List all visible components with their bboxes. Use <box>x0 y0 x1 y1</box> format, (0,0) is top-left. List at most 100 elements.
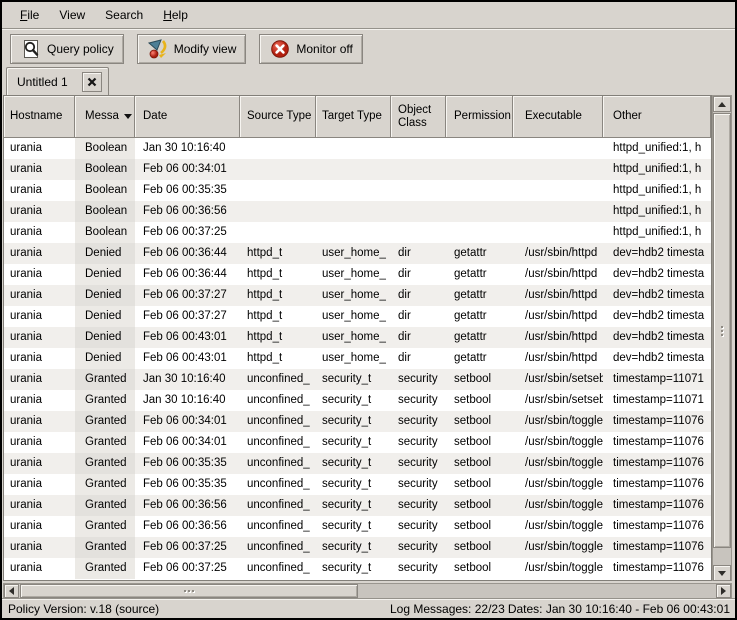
table-cell: httpd_unified:1, h <box>603 138 711 159</box>
column-header-target-type[interactable]: Target Type <box>316 96 391 138</box>
table-cell: urania <box>4 159 75 180</box>
table-row[interactable]: uraniaGrantedFeb 06 00:37:25unconfined_s… <box>4 558 711 579</box>
table-cell <box>316 159 391 180</box>
table-cell: urania <box>4 411 75 432</box>
table-cell <box>316 180 391 201</box>
scroll-up-button[interactable] <box>713 96 731 112</box>
arrow-left-icon <box>9 587 14 595</box>
table-row[interactable]: uraniaDeniedFeb 06 00:43:01httpd_tuser_h… <box>4 327 711 348</box>
grip-icon <box>721 326 723 336</box>
table-cell: Denied <box>75 243 135 264</box>
table-cell: dir <box>391 264 446 285</box>
column-header-object-class[interactable]: Object Class <box>391 96 446 138</box>
tab-close-button[interactable] <box>82 72 102 92</box>
table-cell: /usr/sbin/httpd <box>513 327 603 348</box>
table-row[interactable]: uraniaDeniedFeb 06 00:37:27httpd_tuser_h… <box>4 306 711 327</box>
log-table: HostnameMessaDateSource TypeTarget TypeO… <box>3 95 712 581</box>
table-row[interactable]: uraniaBooleanJan 30 10:16:40httpd_unifie… <box>4 138 711 159</box>
table-row[interactable]: uraniaGrantedFeb 06 00:35:35unconfined_s… <box>4 453 711 474</box>
table-cell: setbool <box>446 369 513 390</box>
column-header-source-type[interactable]: Source Type <box>240 96 316 138</box>
table-cell: dir <box>391 348 446 369</box>
table-cell: /usr/sbin/httpd <box>513 243 603 264</box>
table-cell: security_t <box>316 495 391 516</box>
app-window: FileViewSearchHelp Query policy <box>0 0 737 620</box>
table-cell <box>513 222 603 243</box>
modify-view-button[interactable]: Modify view <box>137 34 247 64</box>
close-icon <box>87 77 97 87</box>
horizontal-scrollbar[interactable] <box>3 583 732 599</box>
table-row[interactable]: uraniaGrantedFeb 06 00:36:56unconfined_s… <box>4 495 711 516</box>
table-cell: security_t <box>316 432 391 453</box>
table-row[interactable]: uraniaDeniedFeb 06 00:43:01httpd_tuser_h… <box>4 348 711 369</box>
monitor-off-icon <box>269 38 291 60</box>
query-policy-button[interactable]: Query policy <box>10 34 124 64</box>
table-row[interactable]: uraniaBooleanFeb 06 00:34:01httpd_unifie… <box>4 159 711 180</box>
column-header-other[interactable]: Other <box>603 96 711 138</box>
scroll-right-button[interactable] <box>716 584 731 598</box>
table-cell: Feb 06 00:35:35 <box>135 474 240 495</box>
table-cell: Granted <box>75 537 135 558</box>
table-row[interactable]: uraniaDeniedFeb 06 00:36:44httpd_tuser_h… <box>4 264 711 285</box>
horizontal-scrollbar-thumb[interactable] <box>20 584 358 598</box>
table-row[interactable]: uraniaGrantedFeb 06 00:37:25unconfined_s… <box>4 537 711 558</box>
table-row[interactable]: uraniaBooleanFeb 06 00:35:35httpd_unifie… <box>4 180 711 201</box>
table-cell: security <box>391 558 446 579</box>
scroll-left-button[interactable] <box>4 584 19 598</box>
table-cell: Feb 06 00:34:01 <box>135 432 240 453</box>
table-cell <box>446 222 513 243</box>
table-row[interactable]: uraniaGrantedFeb 06 00:34:01unconfined_s… <box>4 411 711 432</box>
table-cell: setbool <box>446 537 513 558</box>
table-row[interactable]: uraniaGrantedFeb 06 00:36:56unconfined_s… <box>4 516 711 537</box>
table-cell: /usr/sbin/setseb <box>513 369 603 390</box>
table-row[interactable]: uraniaBooleanFeb 06 00:37:25httpd_unifie… <box>4 222 711 243</box>
column-header-messa[interactable]: Messa <box>75 96 135 138</box>
menu-view[interactable]: View <box>49 5 95 25</box>
table-cell: timestamp=11076 <box>603 495 711 516</box>
table-cell: httpd_unified:1, h <box>603 222 711 243</box>
table-cell: timestamp=11076 <box>603 411 711 432</box>
table-cell: urania <box>4 558 75 579</box>
menu-help[interactable]: Help <box>153 5 198 25</box>
status-bar: Policy Version: v.18 (source) Log Messag… <box>2 600 735 618</box>
vertical-scrollbar-thumb[interactable] <box>713 113 731 548</box>
menu-file[interactable]: File <box>10 5 49 25</box>
vertical-scrollbar[interactable] <box>712 95 732 581</box>
table-cell <box>391 138 446 159</box>
column-header-permission[interactable]: Permission <box>446 96 513 138</box>
table-row[interactable]: uraniaDeniedFeb 06 00:37:27httpd_tuser_h… <box>4 285 711 306</box>
table-cell: Feb 06 00:35:35 <box>135 453 240 474</box>
table-row[interactable]: uraniaGrantedFeb 06 00:35:35unconfined_s… <box>4 474 711 495</box>
table-row[interactable]: uraniaGrantedJan 30 10:16:40unconfined_s… <box>4 390 711 411</box>
table-cell: httpd_t <box>240 327 316 348</box>
table-cell: security_t <box>316 558 391 579</box>
table-cell <box>240 138 316 159</box>
table-cell: dev=hdb2 timesta <box>603 264 711 285</box>
table-row[interactable]: uraniaBooleanFeb 06 00:36:56httpd_unifie… <box>4 201 711 222</box>
table-cell: timestamp=11071 <box>603 369 711 390</box>
sort-desc-icon <box>124 114 132 119</box>
column-header-executable[interactable]: Executable <box>513 96 603 138</box>
menu-search[interactable]: Search <box>95 5 153 25</box>
table-row[interactable]: uraniaDeniedFeb 06 00:36:44httpd_tuser_h… <box>4 243 711 264</box>
table-cell <box>446 201 513 222</box>
table-cell: Denied <box>75 285 135 306</box>
table-cell: setbool <box>446 558 513 579</box>
table-cell: Jan 30 10:16:40 <box>135 369 240 390</box>
tab-label: Untitled 1 <box>17 75 74 89</box>
table-cell: security_t <box>316 474 391 495</box>
table-cell: /usr/sbin/toggle <box>513 411 603 432</box>
tab-untitled-1[interactable]: Untitled 1 <box>6 67 109 95</box>
scroll-down-button[interactable] <box>713 565 731 581</box>
monitor-off-button[interactable]: Monitor off <box>259 34 362 64</box>
table-cell: Granted <box>75 474 135 495</box>
table-cell: urania <box>4 201 75 222</box>
table-row[interactable]: uraniaGrantedJan 30 10:16:40unconfined_s… <box>4 369 711 390</box>
table-cell: /usr/sbin/httpd <box>513 348 603 369</box>
column-header-hostname[interactable]: Hostname <box>4 96 75 138</box>
table-cell: urania <box>4 516 75 537</box>
table-row[interactable]: uraniaGrantedFeb 06 00:34:01unconfined_s… <box>4 432 711 453</box>
table-cell: dev=hdb2 timesta <box>603 285 711 306</box>
column-header-date[interactable]: Date <box>135 96 240 138</box>
table-cell <box>513 159 603 180</box>
